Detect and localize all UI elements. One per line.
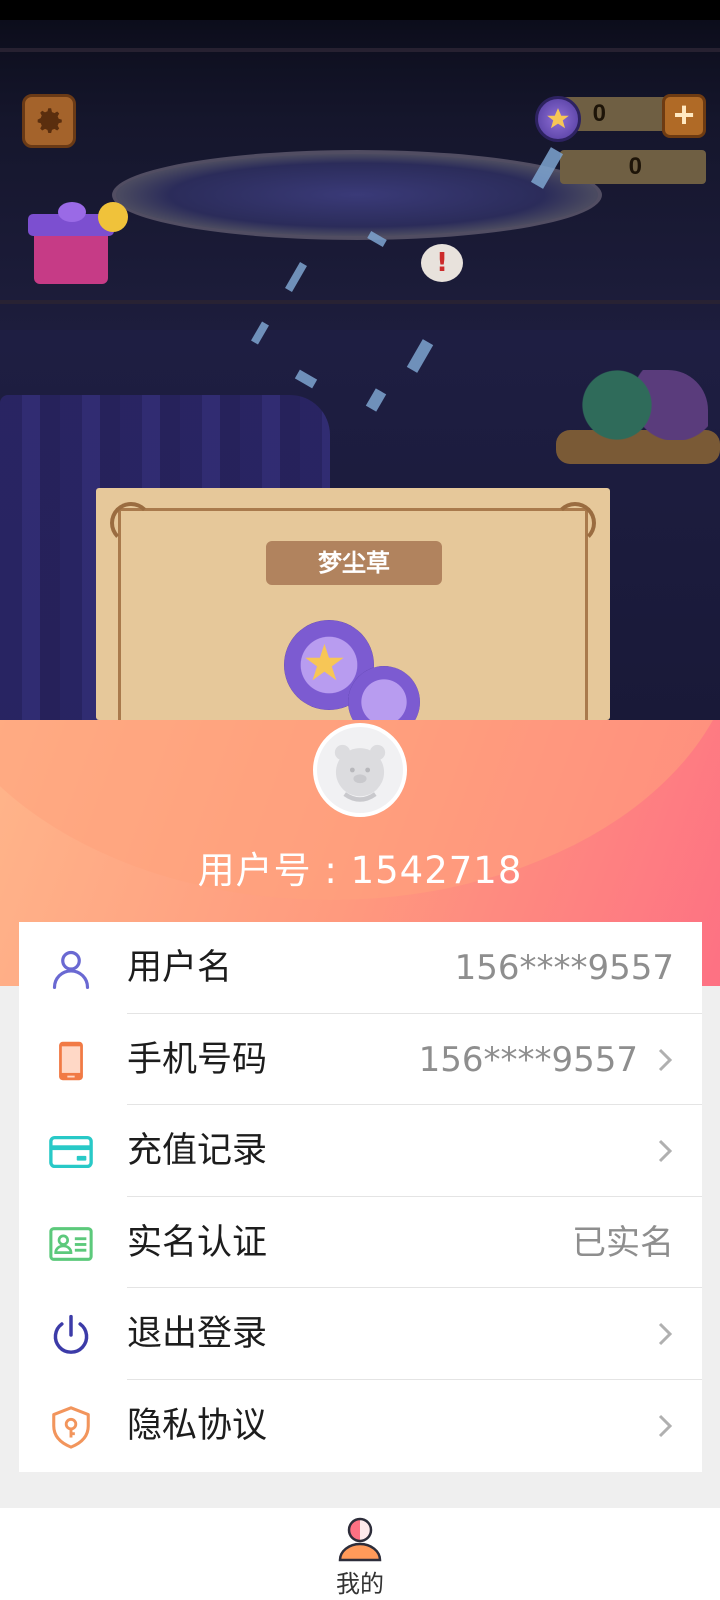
menu-item-label: 实名认证 [127,1222,268,1263]
add-coins-button[interactable]: + [662,94,706,138]
menu-item-label: 隐私协议 [127,1405,268,1446]
user-id-text: 用户号 : 1542718 [197,849,523,892]
menu-item-phone[interactable]: 手机号码 156****9557 [19,1014,702,1106]
id-card-icon [47,1220,95,1268]
menu-item-username[interactable]: 用户名 156****9557 [19,922,702,1014]
fruit-decoration [578,370,708,440]
menu-item-label: 手机号码 [127,1039,268,1080]
crystal-count: 0 [628,153,642,180]
menu-item-value: 156****9557 [418,1039,638,1080]
star-icon: ★ [302,634,347,692]
alert-bubble[interactable]: ! [421,244,463,282]
menu-item-privacy-policy[interactable]: 隐私协议 [19,1380,702,1472]
gear-icon [37,108,62,134]
menu-item-value: 已实名 [572,1222,674,1263]
game-background: 0 + 0 ! 梦尘草 ★ [0,0,720,720]
bottom-nav: 我的 [0,1508,720,1600]
user-icon [47,945,95,993]
skylight-window [112,150,602,240]
bear-avatar-icon [334,744,386,802]
credit-card-icon [47,1128,95,1176]
ceiling-beam [0,48,720,52]
menu-item-recharge-history[interactable]: 充值记录 [19,1105,702,1197]
menu-item-logout[interactable]: 退出登录 [19,1288,702,1380]
gift-box-button[interactable] [28,202,128,286]
chevron-right-icon [658,1140,673,1163]
menu-item-value: 156****9557 [454,948,674,988]
chevron-right-icon [658,1048,673,1071]
wall-beam [0,300,720,304]
account-menu: 用户名 156****9557 手机号码 156****9557 充值记录 实名… [19,922,702,1472]
menu-item-label: 充值记录 [127,1131,268,1172]
tab-mine[interactable]: 我的 [310,1508,410,1600]
tab-label: 我的 [336,1570,384,1598]
menu-item-label: 用户名 [127,948,233,988]
chevron-right-icon [658,1323,673,1346]
chevron-right-icon [658,1414,673,1438]
star-coin-count: 0 [592,100,606,127]
status-bar [0,0,720,20]
star-coin-icon [535,96,581,142]
phone-icon [47,1037,95,1085]
power-icon [47,1311,95,1359]
item-popup-card: 梦尘草 ★ [96,488,610,720]
shield-lock-icon [47,1403,95,1451]
crystal-shard [285,262,307,292]
settings-button[interactable] [22,94,76,148]
profile-icon [338,1517,382,1562]
menu-item-label: 退出登录 [127,1314,268,1355]
avatar[interactable] [313,723,407,817]
menu-item-real-name-verification[interactable]: 实名认证 已实名 [19,1197,702,1289]
item-title: 梦尘草 [266,541,442,585]
crystal-counter: 0 [560,150,706,184]
